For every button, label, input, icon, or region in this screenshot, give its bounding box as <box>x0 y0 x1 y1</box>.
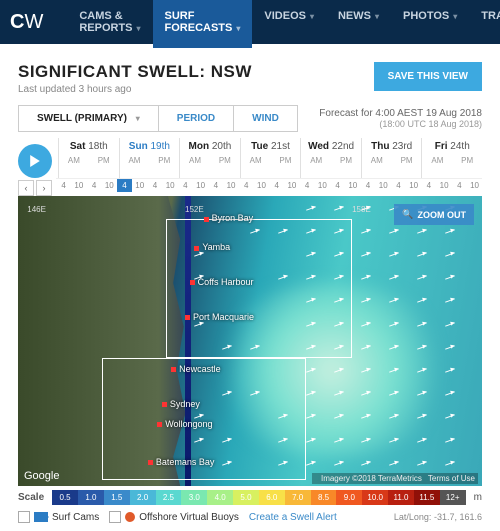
lon-label: 152E <box>185 205 204 214</box>
timeline: Sat 18thAMPMSun 19thAMPMMon 20thAMPMTue … <box>18 138 482 178</box>
latlong-readout: Lat/Long: -31.7, 161.6 <box>394 512 482 522</box>
hour-slot[interactable]: 10 <box>71 178 86 192</box>
hour-slot[interactable]: 4 <box>330 178 345 192</box>
buoy-icon <box>125 512 135 522</box>
scale-step: 8.5 <box>311 490 337 505</box>
forecast-timestamp: Forecast for 4:00 AEST 19 Aug 2018 (18:0… <box>319 108 482 129</box>
layer-tabs: SWELL (PRIMARY) ▾PERIODWIND <box>18 105 298 132</box>
scale-step: 10.0 <box>362 490 388 505</box>
day-thu[interactable]: Thu 23rdAMPM <box>361 138 422 178</box>
play-button[interactable] <box>18 144 52 178</box>
nav-videos[interactable]: VIDEOS <box>252 0 326 48</box>
hour-slot[interactable]: 10 <box>315 178 330 192</box>
scale-step: 12+ <box>440 490 466 505</box>
nav-surf-forecasts[interactable]: SURF FORECASTS <box>153 0 253 48</box>
scale-step: 3.0 <box>181 490 207 505</box>
surf-cams-toggle[interactable]: Surf Cams <box>18 511 99 523</box>
nav-cams-reports[interactable]: CAMS & REPORTS <box>67 0 152 48</box>
lon-label: 146E <box>27 205 46 214</box>
hour-slot[interactable]: 4 <box>147 178 162 192</box>
hour-slot[interactable]: 4 <box>269 178 284 192</box>
scale-step: 1.0 <box>78 490 104 505</box>
scale-step: 11.5 <box>414 490 440 505</box>
hour-slot[interactable]: 10 <box>436 178 451 192</box>
camera-icon <box>34 512 48 522</box>
city-coffs-harbour[interactable]: Coffs Harbour <box>190 277 254 287</box>
city-wollongong[interactable]: Wollongong <box>157 419 212 429</box>
hour-slot[interactable]: 4 <box>56 178 71 192</box>
city-yamba[interactable]: Yamba <box>194 242 230 252</box>
zoom-out-button[interactable]: 🔍 ZOOM OUT <box>394 204 474 225</box>
hour-slot[interactable]: 4 <box>117 178 132 192</box>
timeline-prev[interactable]: ‹ <box>18 180 34 196</box>
scale-step: 1.5 <box>104 490 130 505</box>
hour-slot[interactable]: 10 <box>254 178 269 192</box>
city-newcastle[interactable]: Newcastle <box>171 364 221 374</box>
tab-wind[interactable]: WIND <box>234 106 297 131</box>
hour-slot[interactable]: 10 <box>102 178 117 192</box>
hour-slot[interactable]: 10 <box>193 178 208 192</box>
buoys-toggle[interactable]: Offshore Virtual Buoys <box>109 511 239 523</box>
hour-slot[interactable]: 10 <box>345 178 360 192</box>
scale-step: 7.0 <box>285 490 311 505</box>
day-tue[interactable]: Tue 21stAMPM <box>240 138 301 178</box>
scale-step: 9.0 <box>336 490 362 505</box>
map-footer: Surf Cams Offshore Virtual Buoys Create … <box>18 511 482 523</box>
day-wed[interactable]: Wed 22ndAMPM <box>300 138 361 178</box>
day-mon[interactable]: Mon 20thAMPM <box>179 138 240 178</box>
magnify-icon: 🔍 <box>402 209 413 220</box>
google-attribution: Google <box>24 470 59 482</box>
nav-photos[interactable]: PHOTOS <box>391 0 469 48</box>
logo[interactable]: CW <box>10 11 43 34</box>
city-sydney[interactable]: Sydney <box>162 399 200 409</box>
color-scale: Scale 0.51.01.52.02.53.04.05.06.07.08.59… <box>18 490 482 505</box>
scale-step: 2.0 <box>130 490 156 505</box>
create-swell-alert-link[interactable]: Create a Swell Alert <box>249 512 337 523</box>
page: SIGNIFICANT SWELL: NSW Last updated 3 ho… <box>0 44 500 531</box>
scale-step: 5.0 <box>233 490 259 505</box>
hour-slot[interactable]: 4 <box>239 178 254 192</box>
hour-slot[interactable]: 4 <box>300 178 315 192</box>
city-batemans-bay[interactable]: Batemans Bay <box>148 457 215 467</box>
city-byron-bay[interactable]: Byron Bay <box>204 213 254 223</box>
hour-slot[interactable]: 4 <box>360 178 375 192</box>
scale-step: 6.0 <box>259 490 285 505</box>
day-sun[interactable]: Sun 19thAMPM <box>119 138 180 178</box>
lon-label: 158E <box>352 205 371 214</box>
hour-slot[interactable]: 4 <box>421 178 436 192</box>
hour-slot[interactable]: 4 <box>86 178 101 192</box>
hour-slot[interactable]: 10 <box>406 178 421 192</box>
day-fri[interactable]: Fri 24thAMPM <box>421 138 482 178</box>
hour-slot[interactable]: 10 <box>223 178 238 192</box>
day-sat[interactable]: Sat 18thAMPM <box>58 138 119 178</box>
hour-slot[interactable]: 4 <box>178 178 193 192</box>
hour-slot[interactable]: 10 <box>163 178 178 192</box>
scale-step: 4.0 <box>207 490 233 505</box>
city-port-macquarie[interactable]: Port Macquarie <box>185 312 254 322</box>
hour-slot[interactable]: 10 <box>376 178 391 192</box>
tab-period[interactable]: PERIOD <box>159 106 234 131</box>
nav-travel[interactable]: TRAVEL <box>469 0 500 48</box>
top-nav: CW CAMS & REPORTSSURF FORECASTSVIDEOSNEW… <box>0 0 500 44</box>
hour-slot[interactable]: 10 <box>132 178 147 192</box>
scale-step: 11.0 <box>388 490 414 505</box>
scale-step: 0.5 <box>52 490 78 505</box>
page-title: SIGNIFICANT SWELL: NSW <box>18 62 252 82</box>
hour-slot[interactable]: 4 <box>391 178 406 192</box>
scale-step: 2.5 <box>156 490 182 505</box>
hour-slot[interactable]: 4 <box>452 178 467 192</box>
hour-slot[interactable]: 10 <box>284 178 299 192</box>
hour-slot[interactable]: 10 <box>467 178 482 192</box>
tab-swell-primary-[interactable]: SWELL (PRIMARY) ▾ <box>19 106 159 131</box>
last-updated: Last updated 3 hours ago <box>18 84 252 95</box>
forecast-map[interactable]: Byron Bay Yamba Coffs Harbour Port Macquari… <box>18 196 482 486</box>
timeline-next[interactable]: › <box>36 180 52 196</box>
nav-news[interactable]: NEWS <box>326 0 391 48</box>
save-view-button[interactable]: SAVE THIS VIEW <box>374 62 482 91</box>
hour-slot[interactable]: 4 <box>208 178 223 192</box>
map-attribution: Imagery ©2018 TerraMetricsTerms of Use <box>312 473 478 484</box>
